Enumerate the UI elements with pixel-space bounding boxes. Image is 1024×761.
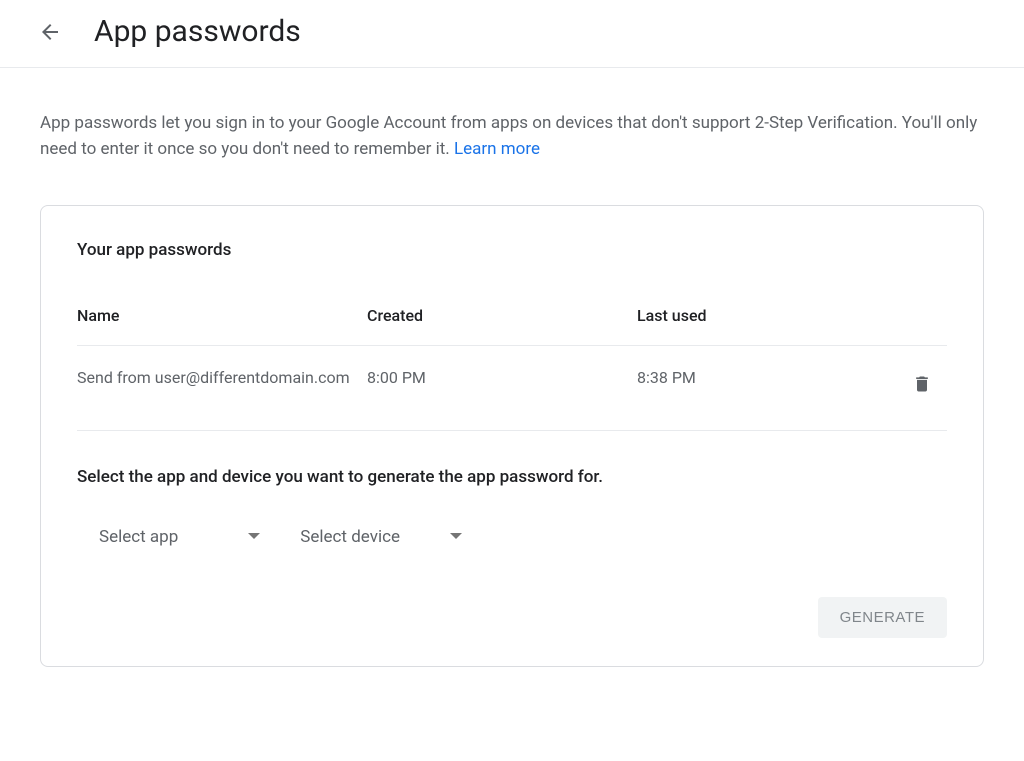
trash-icon <box>912 373 932 402</box>
chevron-down-icon <box>248 527 260 546</box>
col-header-created: Created <box>367 306 637 325</box>
table-header: Name Created Last used <box>77 306 947 346</box>
page-header: App passwords <box>0 0 1024 68</box>
generate-row: GENERATE <box>77 597 947 638</box>
generate-button[interactable]: GENERATE <box>818 597 947 638</box>
select-app-dropdown[interactable]: Select app <box>99 527 260 547</box>
row-name: Send from user@differentdomain.com <box>77 366 367 390</box>
select-device-label: Select device <box>300 527 400 547</box>
content: App passwords let you sign in to your Go… <box>0 68 1024 687</box>
select-section: Select the app and device you want to ge… <box>77 431 947 638</box>
description: App passwords let you sign in to your Go… <box>40 110 984 163</box>
table-row: Send from user@differentdomain.com 8:00 … <box>77 346 947 431</box>
row-lastused: 8:38 PM <box>637 366 897 390</box>
card-heading: Your app passwords <box>77 240 947 260</box>
col-header-lastused: Last used <box>637 306 897 325</box>
delete-button[interactable] <box>904 370 940 406</box>
select-prompt: Select the app and device you want to ge… <box>77 467 947 487</box>
selects-row: Select app Select device <box>77 527 947 547</box>
app-passwords-card: Your app passwords Name Created Last use… <box>40 205 984 667</box>
back-arrow-icon[interactable] <box>38 20 62 44</box>
page-title: App passwords <box>94 14 301 49</box>
col-header-action <box>897 306 947 325</box>
chevron-down-icon <box>450 527 462 546</box>
learn-more-link[interactable]: Learn more <box>454 139 540 159</box>
col-header-name: Name <box>77 306 367 325</box>
select-app-label: Select app <box>99 527 178 547</box>
app-passwords-table: Name Created Last used Send from user@di… <box>77 306 947 431</box>
row-created: 8:00 PM <box>367 366 637 390</box>
select-device-dropdown[interactable]: Select device <box>300 527 462 547</box>
